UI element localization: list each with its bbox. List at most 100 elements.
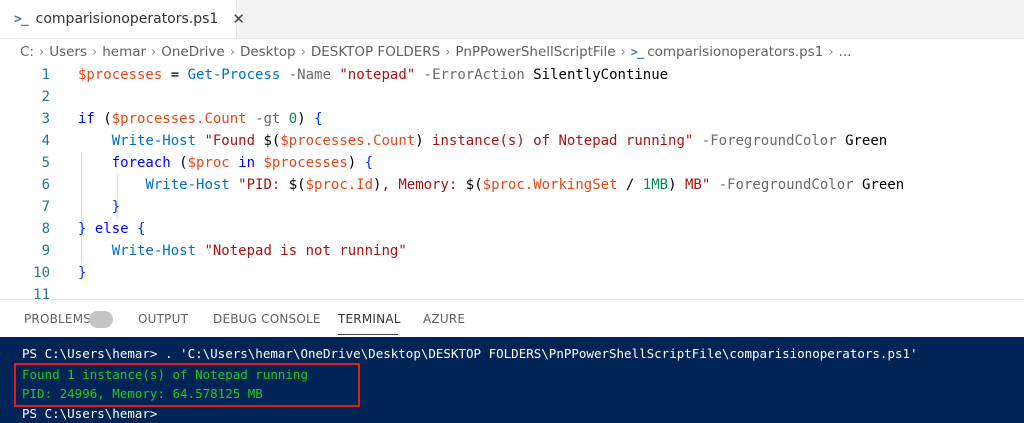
active-tab-indicator <box>338 334 398 335</box>
line-number: 4 <box>41 133 50 149</box>
tab-debug-console[interactable]: DEBUG CONSOLE <box>213 312 321 326</box>
code-editor[interactable]: 1 $processes = Get-Process -Name "notepad… <box>0 64 1024 303</box>
chevron-right-icon: › <box>38 44 45 60</box>
code-line[interactable]: 10} <box>0 262 1024 284</box>
tab-problems[interactable]: PROBLEMS <box>24 312 91 326</box>
highlight-box <box>14 363 360 407</box>
code-line[interactable]: 2 <box>0 86 1024 108</box>
tab-comparisionoperators[interactable]: >_ comparisionoperators.ps1 ✕ <box>0 0 245 38</box>
line-number: 9 <box>41 243 50 259</box>
code-token: $processes <box>111 111 197 127</box>
code-line[interactable]: 8} else { <box>0 218 1024 240</box>
code-line[interactable]: 3 if ($processes.Count -gt 0) { <box>0 108 1024 130</box>
line-number: 2 <box>41 89 50 105</box>
code-line[interactable]: 4 Write-Host "Found $($processes.Count) … <box>0 130 1024 152</box>
code-token: / <box>617 177 643 193</box>
problems-count-badge <box>89 311 113 328</box>
terminal[interactable]: PS C:\Users\hemar> . 'C:\Users\hemar\One… <box>0 337 1024 423</box>
line-number: 3 <box>41 111 50 127</box>
code-token: MB" <box>676 177 711 193</box>
code-text: Write-Host "PID: $($proc.Id), Memory: $(… <box>78 174 904 196</box>
code-token: "Notepad is not running" <box>204 243 407 259</box>
code-token: Write-Host <box>111 243 197 259</box>
code-token: foreach <box>111 155 171 171</box>
breadcrumb-item-hemar[interactable]: hemar <box>99 44 149 60</box>
chevron-right-icon: › <box>828 44 834 60</box>
breadcrumb-item-more[interactable]: ... <box>836 44 855 60</box>
tab-output[interactable]: OUTPUT <box>138 312 188 326</box>
line-number: 7 <box>41 199 50 215</box>
code-token: $proc.Id <box>305 177 374 193</box>
breadcrumb-file-label: comparisionoperators.ps1 <box>647 44 824 60</box>
code-token: -gt <box>255 111 281 127</box>
code-text: } <box>78 196 120 218</box>
code-token: ( <box>94 111 112 127</box>
code-token: $processes <box>78 67 163 83</box>
breadcrumb-item-file[interactable]: >_ comparisionoperators.ps1 <box>628 44 827 60</box>
terminal-prompt: PS C:\Users\hemar> <box>22 406 158 421</box>
code-token: 1MB <box>642 177 669 193</box>
chevron-right-icon: › <box>300 44 306 60</box>
breadcrumb-item-desktop[interactable]: Desktop <box>237 44 299 60</box>
breadcrumb-item-onedrive[interactable]: OneDrive <box>158 44 227 60</box>
code-text: foreach ($proc in $processes) { <box>78 152 373 174</box>
chevron-right-icon: › <box>620 44 626 60</box>
code-token: -ForegroundColor <box>718 177 854 193</box>
code-token: $processes.Count <box>280 133 416 149</box>
code-line[interactable]: 7 } <box>0 196 1024 218</box>
tab-terminal[interactable]: TERMINAL <box>338 312 401 326</box>
code-token: $proc.WorkingSet <box>482 177 618 193</box>
code-token: { <box>364 155 374 171</box>
code-token: , Memory: <box>381 177 466 193</box>
editor-tab-bar: >_ comparisionoperators.ps1 ✕ <box>0 0 1024 39</box>
code-token: } <box>78 265 87 281</box>
breadcrumb-item-desktop-folders[interactable]: DESKTOP FOLDERS <box>308 44 443 60</box>
tab-label: comparisionoperators.ps1 <box>35 11 219 27</box>
code-token: $processes <box>263 155 348 171</box>
code-token: instance(s) of Notepad running" <box>423 133 694 149</box>
powershell-icon: >_ <box>630 45 644 59</box>
code-line[interactable]: 1 $processes = Get-Process -Name "notepad… <box>0 64 1024 86</box>
breadcrumb-item-users[interactable]: Users <box>46 44 90 60</box>
code-token: Write-Host <box>145 177 230 193</box>
code-token: "Found <box>204 133 264 149</box>
panel-tab-bar: PROBLEMS OUTPUT DEBUG CONSOLE TERMINAL A… <box>0 299 1024 338</box>
code-token: -ForegroundColor <box>701 133 837 149</box>
breadcrumb-item-script-folder[interactable]: PnPPowerShellScriptFile <box>452 44 618 60</box>
code-token: { <box>137 221 146 237</box>
breadcrumb-item-drive[interactable]: C: <box>0 44 37 60</box>
code-token: SilentlyContinue <box>524 67 669 83</box>
chevron-right-icon: › <box>229 44 235 60</box>
code-token: in <box>238 155 256 171</box>
code-token: Green <box>853 177 905 193</box>
chevron-right-icon: › <box>151 44 157 60</box>
close-icon[interactable]: ✕ <box>232 10 245 28</box>
code-token: $( <box>288 177 306 193</box>
code-token: Get-Process <box>187 67 281 83</box>
code-line[interactable]: 6 Write-Host "PID: $($proc.Id), Memory: … <box>0 174 1024 196</box>
code-line[interactable]: 5 foreach ($proc in $processes) { <box>0 152 1024 174</box>
line-number: 10 <box>33 265 50 281</box>
code-token: $proc <box>187 155 230 171</box>
code-line[interactable]: 9 Write-Host "Notepad is not running" <box>0 240 1024 262</box>
code-token: ( <box>170 155 188 171</box>
code-token: ) <box>347 155 365 171</box>
terminal-command-line: PS C:\Users\hemar> . 'C:\Users\hemar\One… <box>22 346 918 361</box>
code-token: = <box>162 67 188 83</box>
code-token: ) <box>297 111 315 127</box>
code-text: } else { <box>78 218 145 240</box>
code-text: } <box>78 262 86 284</box>
tab-azure[interactable]: AZURE <box>423 312 465 326</box>
